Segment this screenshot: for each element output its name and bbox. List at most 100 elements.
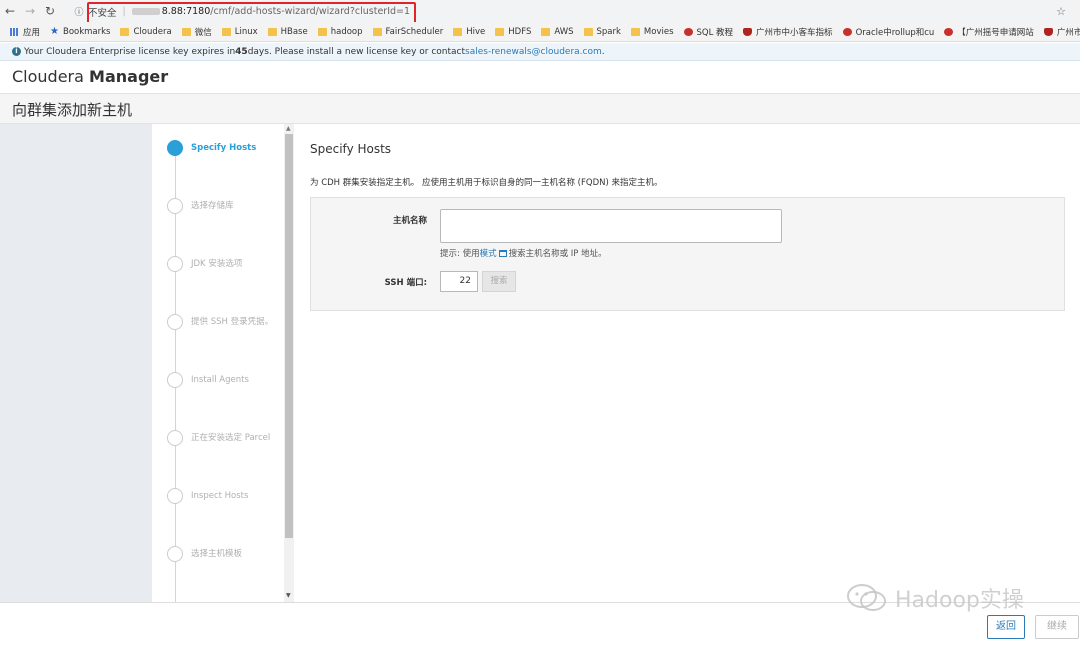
bookmark-label: Hive bbox=[466, 26, 486, 37]
url-path: /cmf/add-hosts-wizard/wizard?clusterId=1 bbox=[210, 6, 411, 17]
bookmark-label: hadoop bbox=[330, 26, 363, 37]
bookmark-label: AWS bbox=[554, 26, 574, 37]
step-circle-icon bbox=[167, 372, 183, 388]
bookmark-label: Cloudera bbox=[133, 26, 172, 37]
bookmark-item[interactable]: 应用 bbox=[10, 26, 40, 38]
bookmark-item[interactable]: AWS bbox=[541, 26, 574, 37]
shield-icon bbox=[743, 27, 753, 36]
popup-window-icon[interactable] bbox=[498, 250, 507, 257]
scrollbar-thumb[interactable] bbox=[285, 134, 293, 538]
folder-icon bbox=[317, 27, 327, 36]
license-text-prefix: Your Cloudera Enterprise license key exp… bbox=[24, 46, 236, 57]
step-circle-icon bbox=[167, 430, 183, 446]
wizard-steps: Specify Hosts 选择存储库 JDK 安装选项 提供 SSH 登录凭据。 In… bbox=[152, 124, 294, 602]
host-form-panel: 主机名称 提示: 使用模式 搜索主机名称或 IP 地址。 SSH 端口: 22 搜… bbox=[310, 197, 1065, 311]
forward-arrow-icon[interactable]: → bbox=[20, 0, 40, 22]
bookmark-item[interactable]: Movies bbox=[630, 26, 674, 37]
bookmark-label: FairScheduler bbox=[385, 26, 444, 37]
bookmark-item[interactable]: Spark bbox=[583, 26, 621, 37]
folder-icon bbox=[120, 27, 130, 36]
ssh-port-input[interactable]: 22 bbox=[440, 271, 478, 292]
bookmark-item[interactable]: hadoop bbox=[317, 26, 363, 37]
folder-icon bbox=[541, 27, 551, 36]
bookmark-star-icon[interactable]: ☆ bbox=[1056, 5, 1066, 18]
info-icon[interactable]: ⓘ bbox=[72, 5, 86, 18]
bookmark-item[interactable]: HDFS bbox=[495, 27, 531, 37]
bookmark-label: 【广州摇号申请网站 bbox=[957, 27, 1034, 38]
app-logo[interactable]: Cloudera Manager bbox=[12, 67, 168, 86]
bookmark-label: 广州市中小客车指标 bbox=[756, 27, 833, 38]
step-circle-icon bbox=[167, 256, 183, 272]
site-icon bbox=[842, 27, 852, 36]
hint-prefix: 提示: 使用 bbox=[440, 249, 480, 259]
bookmark-item[interactable]: FairScheduler bbox=[372, 26, 444, 37]
info-icon: i bbox=[12, 47, 21, 56]
bookmark-label: Spark bbox=[596, 26, 621, 37]
bookmark-label: 广州市中小 bbox=[1056, 27, 1080, 38]
brand-product: Manager bbox=[89, 67, 169, 86]
folder-icon bbox=[267, 27, 277, 36]
address-bar[interactable]: ⓘ 不安全 | 8.88:7180 /cmf/add-hosts-wizard/… bbox=[66, 2, 1076, 21]
bookmark-item[interactable]: 【广州摇号申请网站 bbox=[944, 26, 1034, 38]
shield-icon bbox=[1043, 27, 1053, 36]
bookmark-item[interactable]: Hive bbox=[453, 27, 485, 37]
hostname-input[interactable] bbox=[440, 209, 782, 243]
step-circle-icon bbox=[167, 546, 183, 562]
back-button[interactable]: 返回 bbox=[987, 615, 1025, 639]
license-days: 45 bbox=[235, 46, 248, 57]
browser-toolbar: ← → ↻ ⓘ 不安全 | 8.88:7180 /cmf/add-hosts-w… bbox=[0, 0, 1080, 22]
scroll-up-icon[interactable]: ▲ bbox=[286, 125, 291, 132]
step-label: 选择主机模板 bbox=[191, 549, 243, 559]
bookmark-item[interactable]: 广州市中小客车指标 bbox=[743, 26, 833, 38]
bookmark-label: HDFS bbox=[508, 26, 532, 37]
steps-scrollbar[interactable]: ▲ ▼ bbox=[284, 124, 294, 602]
bookmark-item[interactable]: HBase bbox=[267, 27, 308, 37]
step-label: Install Agents bbox=[191, 375, 249, 385]
bookmark-label: Bookmarks bbox=[62, 26, 111, 37]
bookmark-item[interactable]: Oracle中rollup和cu bbox=[842, 26, 935, 38]
main-content: Specify Hosts 为 CDH 群集安装指定主机。 应使用主机用于标识自… bbox=[294, 124, 1080, 602]
step-label: Specify Hosts bbox=[191, 143, 257, 153]
address-separator: | bbox=[122, 6, 126, 17]
bookmark-item[interactable]: 广州市中小 bbox=[1043, 26, 1080, 38]
wechat-logo-icon bbox=[847, 584, 886, 611]
back-arrow-icon[interactable]: ← bbox=[0, 0, 20, 22]
step-description: 为 CDH 群集安装指定主机。 应使用主机用于标识自身的同一主机名称 (FQDN… bbox=[310, 178, 663, 188]
hint-suffix: 搜索主机名称或 IP 地址。 bbox=[508, 249, 607, 259]
site-icon bbox=[944, 27, 954, 36]
bookmark-item[interactable]: ★ Bookmarks bbox=[50, 26, 110, 37]
watermark-text: Hadoop实操 bbox=[895, 588, 1024, 613]
folder-icon bbox=[495, 27, 505, 36]
pattern-link[interactable]: 模式 bbox=[480, 249, 497, 259]
reload-icon[interactable]: ↻ bbox=[40, 0, 60, 22]
step-circle-icon bbox=[167, 198, 183, 214]
bookmark-item[interactable]: SQL 教程 bbox=[683, 26, 734, 38]
insecure-label: 不安全 bbox=[88, 7, 117, 19]
step-heading: Specify Hosts bbox=[310, 142, 392, 156]
bookmark-label: Movies bbox=[643, 26, 674, 37]
bookmark-label: Linux bbox=[234, 26, 258, 37]
folder-icon bbox=[221, 27, 231, 36]
bookmark-item[interactable]: Cloudera bbox=[120, 26, 172, 37]
left-gutter bbox=[0, 124, 152, 602]
bookmark-label: SQL 教程 bbox=[696, 27, 734, 38]
hostname-hint: 提示: 使用模式 搜索主机名称或 IP 地址。 bbox=[440, 247, 607, 259]
step-label: 正在安装选定 Parcel bbox=[191, 433, 271, 443]
bookmark-item[interactable]: 微信 bbox=[181, 26, 212, 38]
folder-icon bbox=[630, 27, 640, 36]
continue-button[interactable]: 继续 bbox=[1035, 615, 1079, 639]
bookmark-label: Oracle中rollup和cu bbox=[855, 27, 935, 38]
bookmark-item[interactable]: Linux bbox=[221, 26, 258, 37]
scroll-down-icon[interactable]: ▼ bbox=[286, 592, 291, 599]
step-label: JDK 安装选项 bbox=[191, 259, 243, 269]
bookmarks-bar: 应用 ★ Bookmarks Cloudera 微信 Linux HBase hadoop Fa… bbox=[0, 22, 1080, 42]
folder-icon bbox=[583, 27, 593, 36]
step-circle-icon bbox=[167, 140, 183, 156]
step-circle-icon bbox=[167, 488, 183, 504]
hostname-label: 主机名称 bbox=[392, 216, 427, 226]
license-email-link[interactable]: sales-renewals@cloudera.com bbox=[465, 47, 602, 57]
bookmark-label: 应用 bbox=[23, 27, 41, 38]
license-text-middle: days. Please install a new license key o… bbox=[247, 46, 466, 57]
license-text-suffix: . bbox=[601, 46, 605, 57]
search-button[interactable]: 搜索 bbox=[482, 271, 516, 292]
